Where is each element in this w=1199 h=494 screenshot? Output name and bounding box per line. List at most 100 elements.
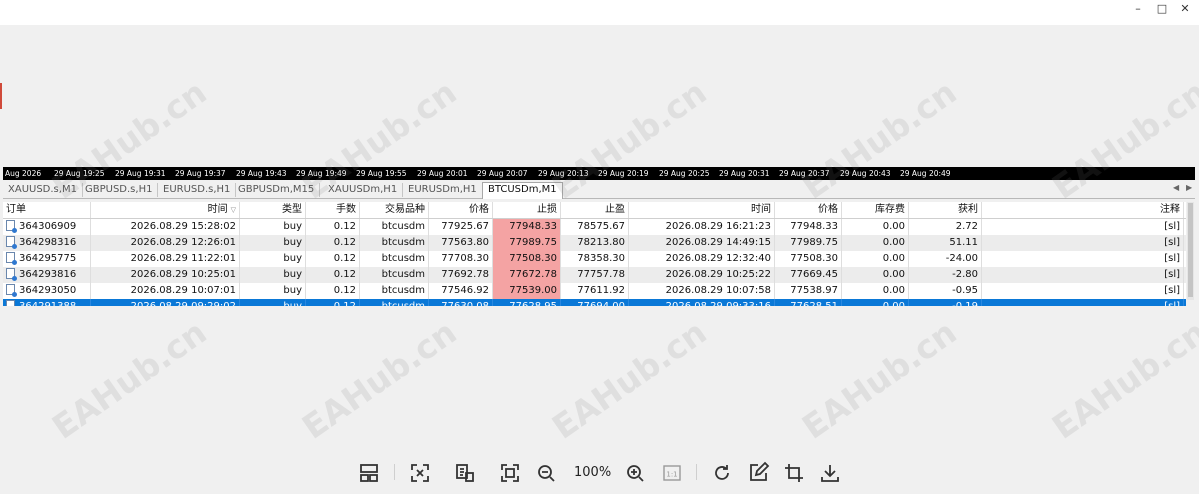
cell-text: 364293050 (19, 285, 77, 296)
table-row[interactable]: 364298316 2026.08.29 12:26:01 buy 0.12 btcus… (3, 235, 1186, 251)
cell-type: buy (240, 219, 306, 235)
header-close-price[interactable]: 价格 (775, 202, 842, 218)
cell-text: 2.72 (955, 221, 978, 232)
edit-icon[interactable] (746, 461, 770, 485)
cell-stop-loss: 77989.75 (493, 235, 561, 251)
cell-text: 77508.30 (509, 253, 557, 264)
minimize-icon[interactable]: – (1128, 2, 1148, 16)
fit-screen-icon[interactable] (408, 461, 432, 485)
watermark-text: EAHub.cn (294, 312, 464, 447)
cell-text: buy (283, 253, 302, 264)
tab-scroll-right-icon[interactable]: ▶ (1186, 183, 1192, 192)
close-icon[interactable]: ✕ (1175, 2, 1195, 16)
crop-icon[interactable] (782, 461, 806, 485)
cell-take-profit: 78575.67 (561, 219, 629, 235)
cell-text: 78358.30 (577, 253, 625, 264)
header-symbol[interactable]: 交易品种 (360, 202, 429, 218)
zoom-out-icon[interactable] (534, 461, 558, 485)
cell-open-time: 2026.08.29 12:26:01 (91, 235, 240, 251)
cell-order: 364298316 (3, 235, 91, 251)
cell-volume: 0.12 (306, 235, 360, 251)
sort-icon: ▽ (230, 206, 236, 214)
order-document-icon (6, 236, 17, 249)
header-comment[interactable]: 注释 (982, 202, 1184, 218)
cell-stop-loss: 77539.00 (493, 283, 561, 299)
chart-time-axis: Aug 2026 29 Aug 19:25 29 Aug 19:31 29 Aug 1… (3, 167, 1195, 180)
maximize-icon[interactable]: □ (1152, 2, 1172, 16)
header-label: 交易品种 (385, 204, 425, 215)
cell-text: [sl] (1164, 253, 1180, 264)
cell-take-profit: 77694.00 (561, 299, 629, 306)
table-row[interactable]: 364306909 2026.08.29 15:28:02 buy 0.12 btcus… (3, 219, 1186, 235)
cell-open-price: 77692.78 (429, 267, 493, 283)
ocr-icon[interactable] (453, 461, 477, 485)
download-icon[interactable] (818, 461, 842, 485)
time-axis-label: 29 Aug 20:01 (417, 169, 468, 178)
time-axis-label: 29 Aug 19:49 (296, 169, 347, 178)
rotate-icon[interactable] (710, 461, 734, 485)
cell-text: 77948.33 (509, 221, 557, 232)
header-open-price[interactable]: 价格 (429, 202, 493, 218)
tab-gbpusdm-m15[interactable]: GBPUSDm,M15 (233, 183, 321, 197)
table-row[interactable]: 364295775 2026.08.29 11:22:01 buy 0.12 btcus… (3, 251, 1186, 267)
table-scrollbar-thumb[interactable] (1188, 203, 1193, 297)
tab-btcusdm-m1[interactable]: BTCUSDm,M1 (482, 182, 563, 199)
cell-profit: -24.00 (909, 251, 982, 267)
header-open-time[interactable]: 时间 ▽ (91, 202, 240, 218)
zoom-in-icon[interactable] (623, 461, 647, 485)
header-order[interactable]: 订单 (3, 202, 91, 218)
header-take-profit[interactable]: 止盈 (561, 202, 629, 218)
tab-eurusdm-h1[interactable]: EURUSDm,H1 (403, 183, 483, 197)
time-axis-label: 29 Aug 20:19 (598, 169, 649, 178)
image-viewer-toolbar: 100% 1:1 (350, 458, 850, 488)
header-profit[interactable]: 获利 (909, 202, 982, 218)
cell-comment: [sl] (982, 219, 1184, 235)
header-label: 止盈 (605, 204, 625, 215)
cell-close-time: 2026.08.29 09:33:16 (629, 299, 775, 306)
cell-text: 2026.08.29 09:29:02 (131, 301, 236, 306)
actual-size-button[interactable]: 1:1 (660, 461, 684, 485)
tab-eurusd-s-h1[interactable]: EURUSD.s,H1 (158, 183, 237, 197)
fullscreen-icon[interactable] (498, 461, 522, 485)
cell-open-price: 77925.67 (429, 219, 493, 235)
header-swap[interactable]: 库存费 (842, 202, 909, 218)
tab-gbpusd-s-h1[interactable]: GBPUSD.s,H1 (80, 183, 159, 197)
table-row[interactable]: 364291388 2026.08.29 09:29:02 buy 0.12 btcus… (3, 299, 1186, 306)
header-label: 时间 (751, 204, 771, 215)
time-axis-label: 29 Aug 19:43 (236, 169, 287, 178)
cell-text: buy (283, 285, 302, 296)
cell-text: 0.00 (882, 221, 905, 232)
cell-close-time: 2026.08.29 10:07:58 (629, 283, 775, 299)
cell-volume: 0.12 (306, 251, 360, 267)
layout-icon[interactable] (357, 461, 381, 485)
cell-swap: 0.00 (842, 251, 909, 267)
cell-text: 77757.78 (577, 269, 625, 280)
cell-close-price: 77948.33 (775, 219, 842, 235)
cell-text: -24.00 (945, 253, 978, 264)
header-type[interactable]: 类型 (240, 202, 306, 218)
cell-text: 77989.75 (790, 237, 838, 248)
cell-text: btcusdm (382, 301, 425, 306)
tab-xauusdm-h1[interactable]: XAUUSDm,H1 (323, 183, 404, 197)
cell-take-profit: 77611.92 (561, 283, 629, 299)
header-volume[interactable]: 手数 (306, 202, 360, 218)
cell-text: 2026.08.29 10:25:01 (130, 269, 236, 280)
cell-text: 364291388 (19, 301, 76, 306)
cell-open-time: 2026.08.29 11:22:01 (91, 251, 240, 267)
header-label: 类型 (282, 204, 302, 215)
header-stop-loss[interactable]: 止损 (493, 202, 561, 218)
cell-profit: -2.80 (909, 267, 982, 283)
cell-profit: -0.95 (909, 283, 982, 299)
time-axis-label: 29 Aug 20:43 (840, 169, 891, 178)
tab-scroll-left-icon[interactable]: ◀ (1173, 183, 1179, 192)
table-header: 订单 时间 ▽ 类型 手数 交易品种 价格 止损 止盈 时间 价格 库存费 获利 注释 (3, 202, 1186, 219)
cell-text: 77692.78 (441, 269, 489, 280)
header-label: 时间 (207, 204, 228, 215)
cell-text: [sl] (1164, 221, 1180, 232)
cell-close-price: 77669.45 (775, 267, 842, 283)
table-row[interactable]: 364293816 2026.08.29 10:25:01 buy 0.12 btcus… (3, 267, 1186, 283)
tab-xauusd-s-m1[interactable]: XAUUSD.s,M1 (3, 183, 83, 197)
table-row[interactable]: 364293050 2026.08.29 10:07:01 buy 0.12 btcus… (3, 283, 1186, 299)
header-close-time[interactable]: 时间 (629, 202, 775, 218)
cell-text: 51.11 (949, 237, 978, 248)
